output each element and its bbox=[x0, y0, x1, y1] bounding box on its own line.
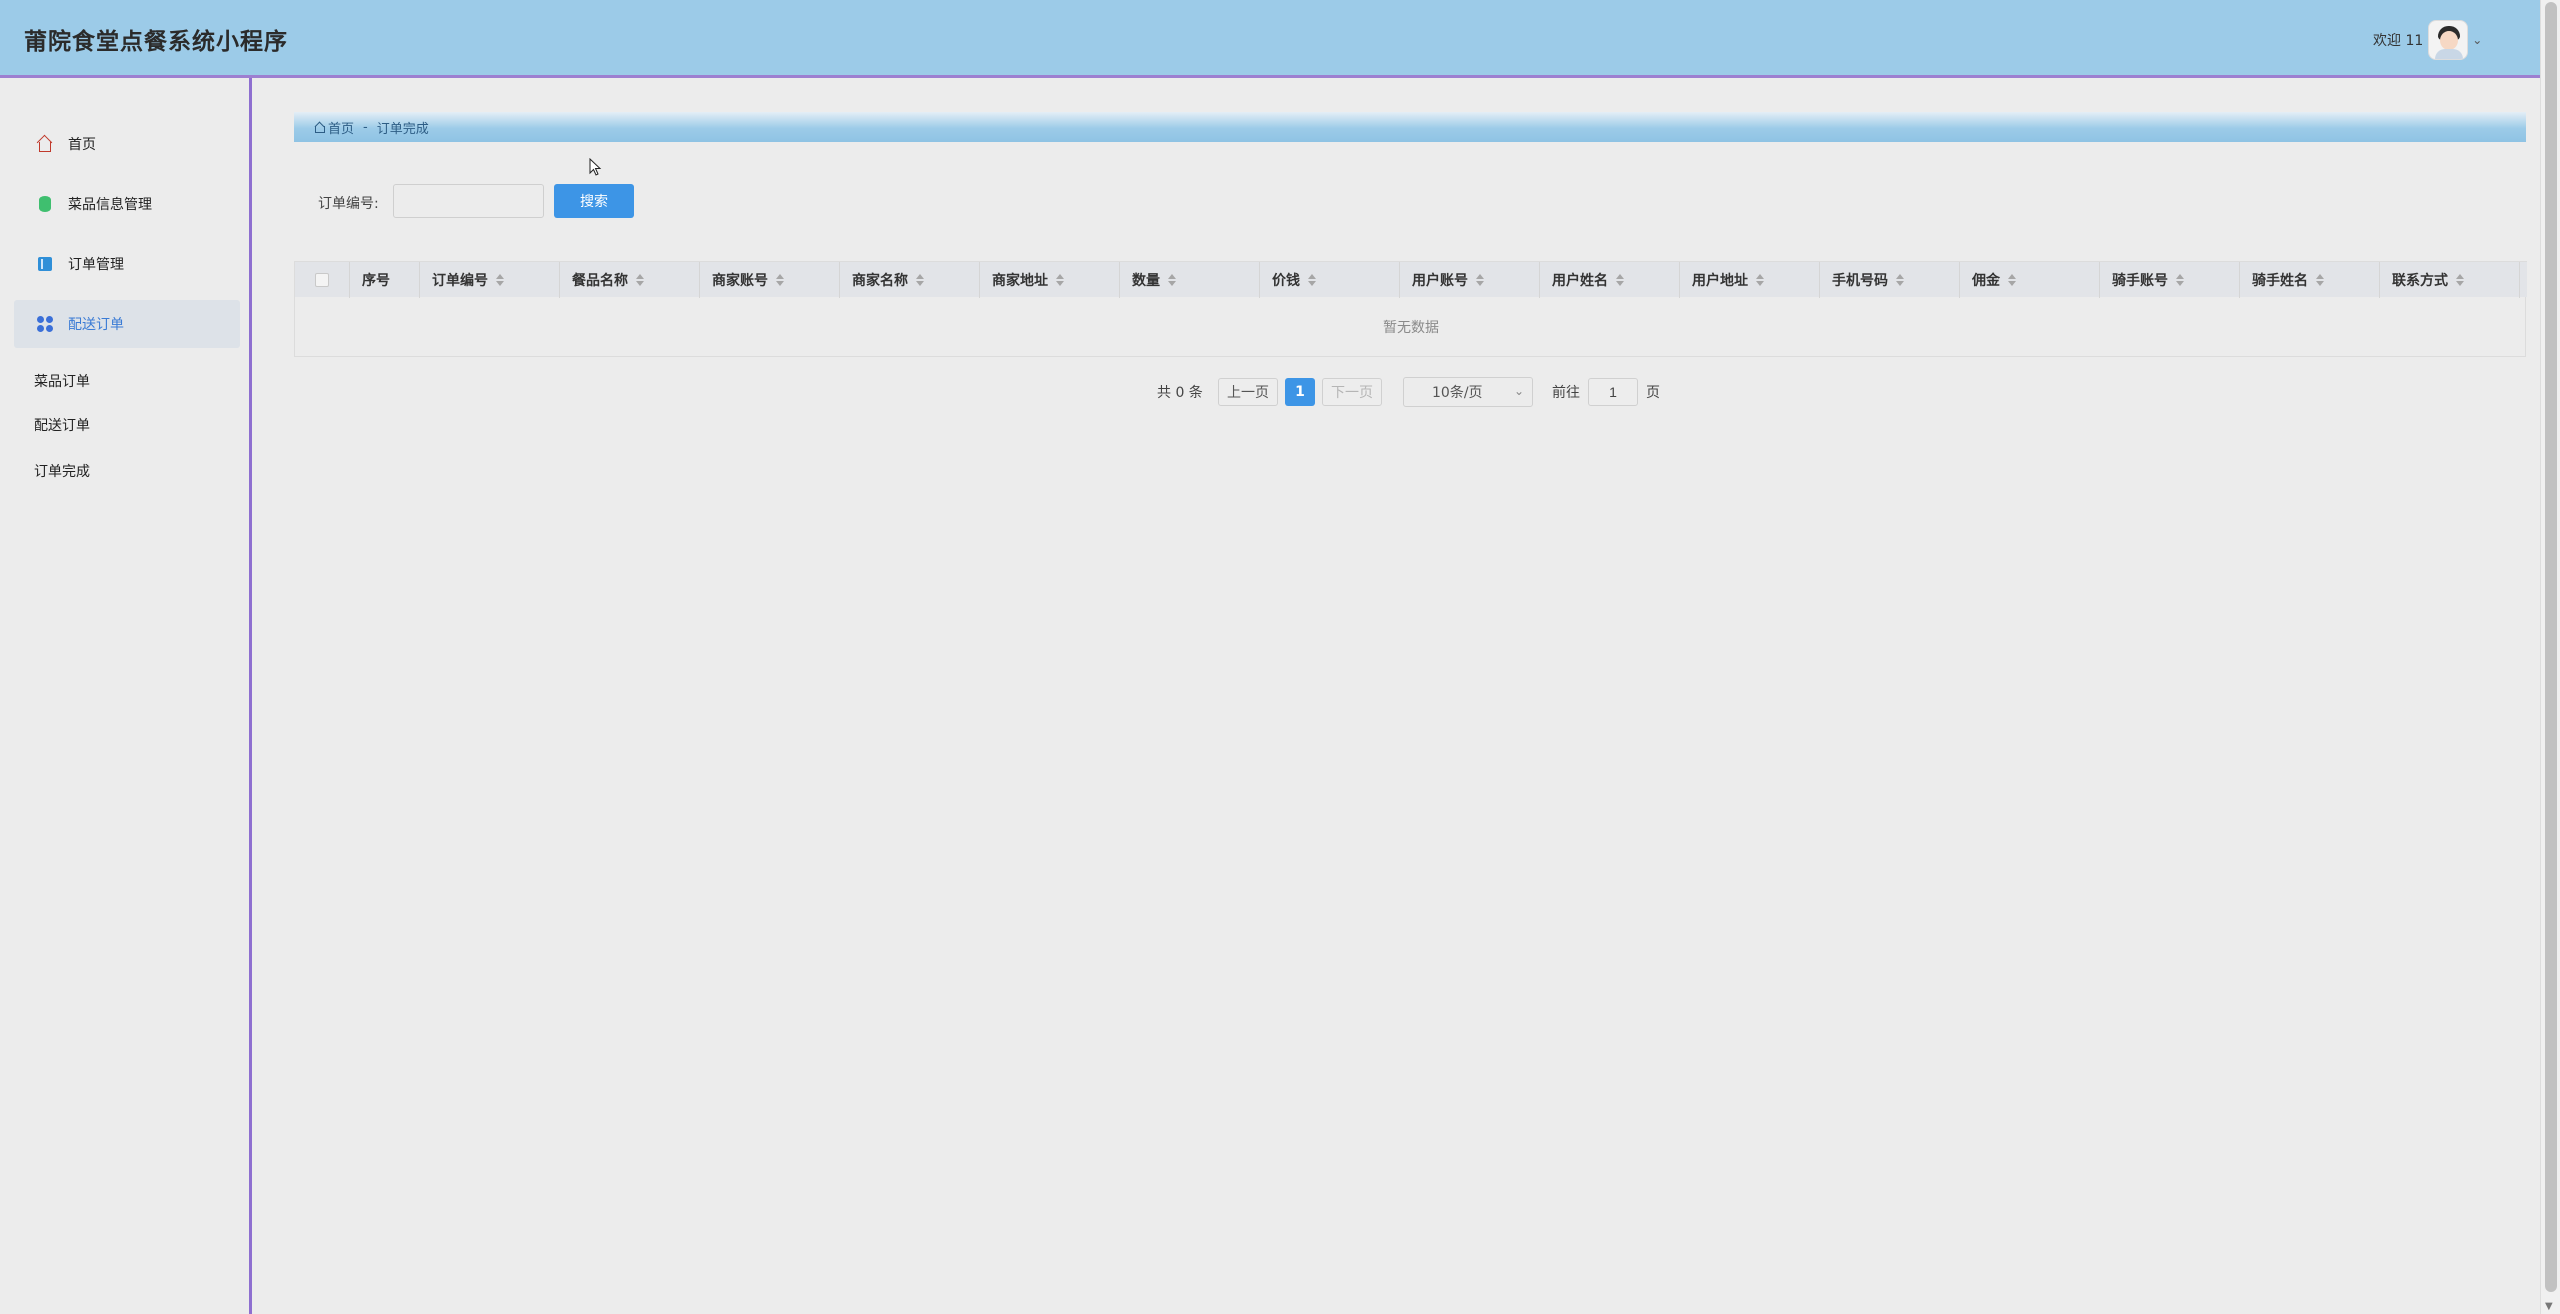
sidebar-item-label: 菜品信息管理 bbox=[68, 197, 152, 213]
column-header-merchant-name[interactable]: 商家名称 bbox=[840, 262, 980, 298]
mouse-cursor-icon bbox=[589, 158, 602, 176]
goto-page-input[interactable] bbox=[1588, 378, 1638, 406]
total-count: 共 0 条 bbox=[1157, 385, 1203, 401]
column-header-quantity[interactable]: 数量 bbox=[1120, 262, 1260, 298]
book-icon bbox=[36, 255, 54, 273]
sort-icon[interactable] bbox=[2176, 274, 2184, 286]
column-label: 序号 bbox=[362, 273, 390, 289]
breadcrumb-separator: - bbox=[363, 119, 368, 135]
prev-page-button[interactable]: 上一页 bbox=[1218, 378, 1278, 406]
app-title: 莆院食堂点餐系统小程序 bbox=[24, 29, 288, 55]
column-label: 佣金 bbox=[1972, 273, 2000, 289]
column-header-commission[interactable]: 佣金 bbox=[1960, 262, 2100, 298]
scroll-down-icon[interactable]: ▼ bbox=[2545, 1301, 2553, 1312]
sidebar: 首页 菜品信息管理 订单管理 配送订单 菜品订单 配送订单 订单完成 bbox=[0, 78, 252, 1314]
welcome-text: 欢迎 11 bbox=[2373, 33, 2424, 49]
sidebar-item-label: 首页 bbox=[68, 137, 96, 153]
column-label: 骑手姓名 bbox=[2252, 273, 2308, 289]
chevron-down-icon: ⌄ bbox=[1513, 384, 1524, 398]
sidebar-item-home[interactable]: 首页 bbox=[14, 120, 240, 168]
sort-icon[interactable] bbox=[916, 274, 924, 286]
table-empty-text: 暂无数据 bbox=[1383, 320, 1439, 336]
page-number-button[interactable]: 1 bbox=[1285, 378, 1315, 406]
column-header-user-name[interactable]: 用户姓名 bbox=[1540, 262, 1680, 298]
column-header-index: 序号 bbox=[350, 262, 420, 298]
sort-icon[interactable] bbox=[2456, 274, 2464, 286]
column-label: 联系方式 bbox=[2392, 273, 2448, 289]
page-suffix: 页 bbox=[1646, 385, 1660, 401]
sort-icon[interactable] bbox=[1308, 274, 1316, 286]
home-icon bbox=[36, 135, 54, 153]
sidebar-item-label: 配送订单 bbox=[68, 317, 124, 333]
goto-label: 前往 bbox=[1552, 385, 1580, 401]
sort-icon[interactable] bbox=[2008, 274, 2016, 286]
pagination: 共 0 条 上一页 1 下一页 10条/页 ⌄ 前往 页 bbox=[0, 377, 2560, 407]
sort-icon[interactable] bbox=[2316, 274, 2324, 286]
select-all-cell bbox=[295, 262, 350, 298]
breadcrumb-home[interactable]: 首页 bbox=[328, 118, 354, 137]
breadcrumb-current: 订单完成 bbox=[376, 121, 429, 137]
sort-icon[interactable] bbox=[776, 274, 784, 286]
sidebar-item-dish-info[interactable]: 菜品信息管理 bbox=[14, 180, 240, 228]
sort-icon[interactable] bbox=[1896, 274, 1904, 286]
column-label: 骑手账号 bbox=[2112, 273, 2168, 289]
table-header: 序号 订单编号 餐品名称 商家账号 商家名称 商家地址 数量 价钱 用户账号 用… bbox=[295, 261, 2527, 298]
sort-icon[interactable] bbox=[1756, 274, 1764, 286]
page-size-value: 10条/页 bbox=[1432, 385, 1483, 401]
column-label: 商家名称 bbox=[852, 273, 908, 289]
column-header-user-address[interactable]: 用户地址 bbox=[1680, 262, 1820, 298]
column-header-dish-name[interactable]: 餐品名称 bbox=[560, 262, 700, 298]
vertical-scrollbar[interactable]: ▼ bbox=[2540, 0, 2560, 1314]
chevron-down-icon[interactable]: ⌄ bbox=[2472, 33, 2482, 47]
user-menu[interactable]: 欢迎 11 ⌄ bbox=[2373, 20, 2482, 60]
column-header-user-account[interactable]: 用户账号 bbox=[1400, 262, 1540, 298]
column-header-merchant-account[interactable]: 商家账号 bbox=[700, 262, 840, 298]
column-label: 订单编号 bbox=[432, 273, 488, 289]
database-icon bbox=[36, 195, 54, 213]
order-number-input[interactable] bbox=[393, 184, 544, 218]
submenu-item-order-complete[interactable]: 订单完成 bbox=[34, 461, 90, 481]
column-header-merchant-address[interactable]: 商家地址 bbox=[980, 262, 1120, 298]
column-header-rider-name[interactable]: 骑手姓名 bbox=[2240, 262, 2380, 298]
scrollbar-thumb[interactable] bbox=[2545, 2, 2557, 1292]
next-page-button[interactable]: 下一页 bbox=[1322, 378, 1382, 406]
submenu-item-delivery-orders[interactable]: 配送订单 bbox=[34, 415, 90, 435]
column-label: 用户地址 bbox=[1692, 273, 1748, 289]
select-all-checkbox[interactable] bbox=[315, 273, 329, 287]
breadcrumb: 首页 - 订单完成 bbox=[294, 112, 2526, 142]
column-label: 价钱 bbox=[1272, 273, 1300, 289]
home-icon bbox=[314, 122, 326, 133]
column-label: 手机号码 bbox=[1832, 273, 1888, 289]
sort-icon[interactable] bbox=[1616, 274, 1624, 286]
sort-icon[interactable] bbox=[1476, 274, 1484, 286]
orders-table: 序号 订单编号 餐品名称 商家账号 商家名称 商家地址 数量 价钱 用户账号 用… bbox=[294, 261, 2527, 357]
search-button[interactable]: 搜索 bbox=[554, 184, 634, 218]
sidebar-item-delivery-orders[interactable]: 配送订单 bbox=[14, 300, 240, 348]
column-header-order-number[interactable]: 订单编号 bbox=[420, 262, 560, 298]
sort-icon[interactable] bbox=[496, 274, 504, 286]
page-size-select[interactable]: 10条/页 ⌄ bbox=[1403, 377, 1533, 407]
avatar-icon[interactable] bbox=[2428, 20, 2469, 60]
column-label: 数量 bbox=[1132, 273, 1160, 289]
column-header-rider-account[interactable]: 骑手账号 bbox=[2100, 262, 2240, 298]
column-header-price[interactable]: 价钱 bbox=[1260, 262, 1400, 298]
sort-icon[interactable] bbox=[1056, 274, 1064, 286]
order-number-label: 订单编号: bbox=[318, 196, 379, 212]
column-label: 用户姓名 bbox=[1552, 273, 1608, 289]
column-label: 商家账号 bbox=[712, 273, 768, 289]
sidebar-item-label: 订单管理 bbox=[68, 257, 124, 273]
column-label: 餐品名称 bbox=[572, 273, 628, 289]
sort-icon[interactable] bbox=[636, 274, 644, 286]
grid-icon bbox=[36, 315, 54, 333]
sort-icon[interactable] bbox=[1168, 274, 1176, 286]
sidebar-item-order-management[interactable]: 订单管理 bbox=[14, 240, 240, 288]
column-header-contact[interactable]: 联系方式 bbox=[2380, 262, 2520, 298]
top-header: 莆院食堂点餐系统小程序 欢迎 11 ⌄ bbox=[0, 0, 2540, 78]
column-label: 用户账号 bbox=[1412, 273, 1468, 289]
column-label: 商家地址 bbox=[992, 273, 1048, 289]
column-header-phone[interactable]: 手机号码 bbox=[1820, 262, 1960, 298]
